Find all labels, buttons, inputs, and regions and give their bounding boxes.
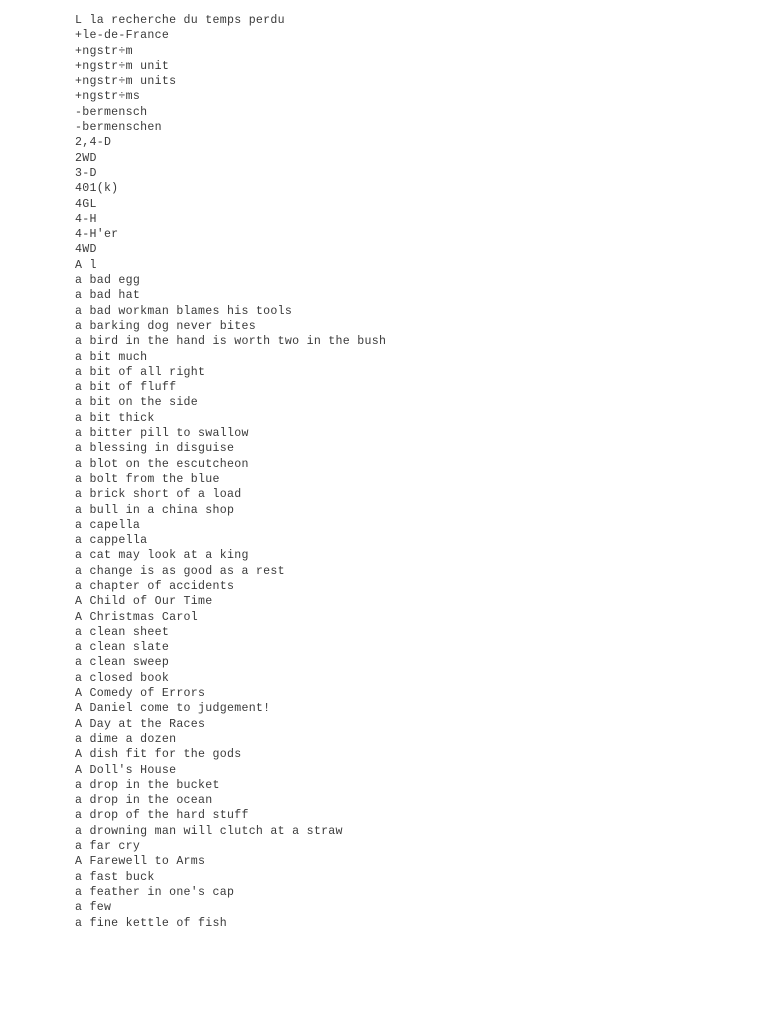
text-line: a clean sheet	[75, 625, 170, 639]
text-line: a chapter of accidents	[75, 579, 235, 593]
text-line: +ngstr÷m units	[75, 75, 177, 89]
text-line: a clean slate	[75, 641, 170, 655]
text-line: a bad hat	[75, 289, 141, 303]
text-line: a barking dog never bites	[75, 319, 256, 333]
text-line: +ngstr÷m	[75, 44, 133, 58]
text-line: 4GL	[75, 197, 97, 211]
text-line: A Child of Our Time	[75, 595, 213, 609]
text-line: -bermenschen	[75, 121, 162, 135]
text-line: a drop in the ocean	[75, 794, 213, 808]
text-line: a capella	[75, 518, 141, 532]
text-line: a blessing in disguise	[75, 442, 235, 456]
text-line: 401(k)	[75, 182, 119, 196]
text-content-block: L la recherche du temps perdu +le-de-Fran…	[75, 13, 735, 931]
text-line: a bad workman blames his tools	[75, 304, 293, 318]
text-line: 3-D	[75, 166, 97, 180]
text-line: a blot on the escutcheon	[75, 457, 249, 471]
text-line: a dime a dozen	[75, 732, 177, 746]
text-line: L la recherche du temps perdu	[75, 14, 285, 27]
text-line: a bit of all right	[75, 365, 206, 379]
text-line: a drowning man will clutch at a straw	[75, 824, 343, 838]
text-line: a bit much	[75, 350, 148, 364]
text-line: 4WD	[75, 243, 97, 257]
text-line: +ngstr÷m unit	[75, 59, 170, 73]
text-line: 2WD	[75, 151, 97, 165]
text-line: A Doll's House	[75, 763, 177, 777]
text-line: a change is as good as a rest	[75, 564, 285, 578]
text-line: 4-H'er	[75, 228, 119, 242]
text-line: a bit thick	[75, 411, 155, 425]
text-line: a bolt from the blue	[75, 472, 220, 486]
text-line: A Day at the Races	[75, 717, 206, 731]
text-line: A Farewell to Arms	[75, 855, 206, 869]
text-line: 2,4-D	[75, 136, 112, 150]
document-page: L la recherche du temps perdu +le-de-Fran…	[0, 0, 768, 1024]
text-line: -bermensch	[75, 105, 148, 119]
text-line: a cappella	[75, 534, 148, 548]
text-line: a bad egg	[75, 274, 141, 288]
text-line: a drop of the hard stuff	[75, 809, 249, 823]
text-line: a cat may look at a king	[75, 549, 249, 563]
text-line: a feather in one's cap	[75, 885, 235, 899]
text-line: a bitter pill to swallow	[75, 427, 249, 441]
text-line: a clean sweep	[75, 656, 170, 670]
text-line: a bull in a china shop	[75, 503, 235, 517]
text-line: A l	[75, 258, 97, 272]
text-line: 4-H	[75, 212, 97, 226]
text-line: A dish fit for the gods	[75, 748, 242, 762]
text-line: a few	[75, 901, 112, 915]
text-line: a far cry	[75, 840, 141, 854]
text-line: a brick short of a load	[75, 488, 242, 502]
text-line: a bird in the hand is worth two in the b…	[75, 335, 387, 349]
text-line: +le-de-France	[75, 29, 170, 43]
text-line: a bit on the side	[75, 396, 199, 410]
text-line: a fast buck	[75, 870, 155, 884]
text-line: A Comedy of Errors	[75, 687, 206, 701]
text-line: a bit of fluff	[75, 381, 177, 395]
text-line: a drop in the bucket	[75, 778, 220, 792]
text-line: +ngstr÷ms	[75, 90, 141, 104]
text-line: a fine kettle of fish	[75, 916, 227, 930]
text-line: A Christmas Carol	[75, 610, 199, 624]
text-line: a closed book	[75, 671, 170, 685]
text-line: A Daniel come to judgement!	[75, 702, 271, 716]
